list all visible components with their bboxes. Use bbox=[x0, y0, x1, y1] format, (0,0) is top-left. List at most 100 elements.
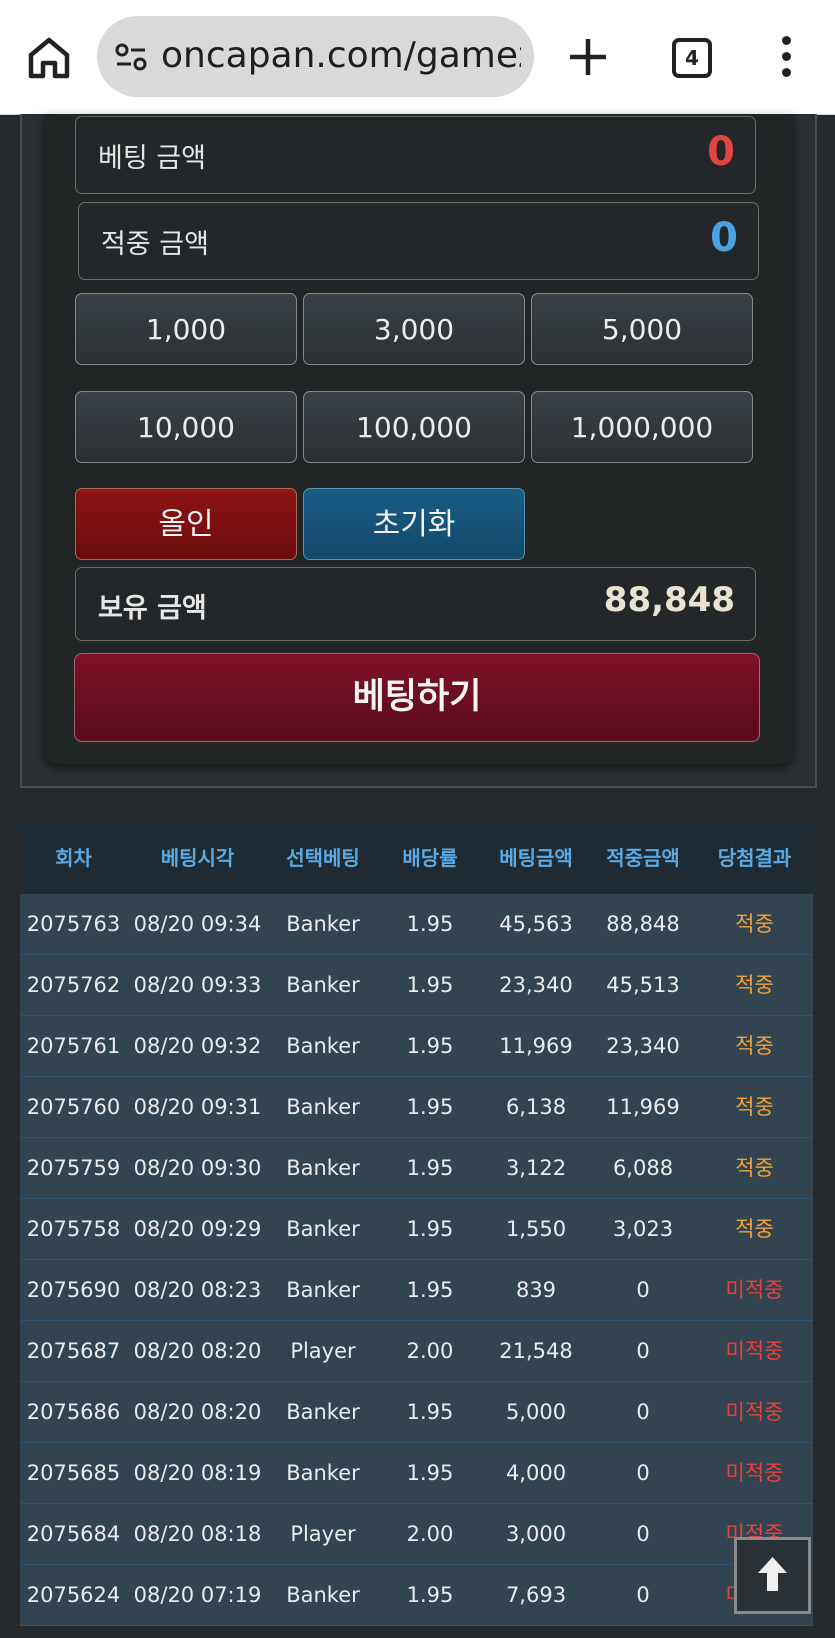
cell-round: 2075758 bbox=[26, 1217, 121, 1241]
cell-bet-amount: 45,563 bbox=[499, 912, 573, 936]
chip-5000-button[interactable]: 5,000 bbox=[531, 293, 753, 365]
cell-win-amount: 0 bbox=[636, 1339, 650, 1363]
chip-100000-button[interactable]: 100,000 bbox=[303, 391, 525, 463]
table-row: 2075760 08/20 09:31 Banker 1.95 6,138 11,969 적… bbox=[20, 1077, 813, 1138]
cell-bet-amount: 5,000 bbox=[505, 1400, 567, 1424]
cell-win-amount: 0 bbox=[636, 1522, 650, 1546]
cell-result: 적중 bbox=[735, 973, 774, 997]
bet-amount-field: 베팅 금액 0 bbox=[75, 116, 756, 194]
address-bar[interactable]: oncapan.com/gamezc bbox=[97, 16, 534, 97]
cell-bet-time: 08/20 08:20 bbox=[133, 1339, 262, 1363]
cell-win-amount: 45,513 bbox=[606, 973, 680, 997]
table-row: 207562408/20 07:19Banker1.957,6930미적중 bbox=[20, 1565, 813, 1626]
cell-bet-amount: 6,138 bbox=[505, 1095, 567, 1119]
table-row: 2075762 08/20 09:33 Banker 1.95 23,340 45,513… bbox=[20, 955, 813, 1016]
cell-round: 2075690 bbox=[26, 1278, 121, 1302]
table-row: 2075687 08/20 08:20 Player 2.00 21,548 0 미적중 bbox=[20, 1321, 813, 1382]
cell-round: 2075685 bbox=[26, 1461, 121, 1485]
cell-odds: 1.95 bbox=[406, 912, 454, 936]
cell-bet-time: 08/20 08:19 bbox=[133, 1461, 262, 1485]
cell-result: 적중 bbox=[735, 1034, 774, 1058]
table-row: 2075684 08/20 08:18 Player 2.00 3,000 0 미적중 bbox=[20, 1504, 813, 1565]
cell-odds: 2.00 bbox=[406, 1522, 454, 1546]
table-row: 2075685 08/20 08:19 Banker 1.95 4,000 0 미적중 bbox=[20, 1443, 813, 1504]
cell-bet-time: 08/20 09:31 bbox=[133, 1095, 262, 1119]
cell-selection: Banker bbox=[286, 973, 360, 997]
cell-selection: Banker bbox=[286, 1461, 360, 1485]
cell-win-amount: 0 bbox=[636, 1278, 650, 1302]
col-selection: 선택베팅 bbox=[286, 846, 360, 870]
cell-bet-time: 08/20 07:19 bbox=[133, 1583, 262, 1607]
cell-result: 미적중 bbox=[725, 1339, 784, 1363]
cell-result: 미적중 bbox=[725, 1461, 784, 1485]
cell-round: 2075760 bbox=[26, 1095, 121, 1119]
tabs-icon[interactable]: 4 bbox=[672, 38, 712, 78]
bet-amount-label: 베팅 금액 bbox=[98, 143, 206, 174]
home-icon[interactable] bbox=[26, 35, 72, 81]
chip-3000-button[interactable]: 3,000 bbox=[303, 293, 525, 365]
scroll-top-button[interactable] bbox=[734, 1537, 811, 1614]
more-vert-icon[interactable] bbox=[775, 36, 797, 80]
cell-result: 적중 bbox=[735, 1095, 774, 1119]
cell-bet-time: 08/20 09:33 bbox=[133, 973, 262, 997]
cell-selection: Banker bbox=[286, 1156, 360, 1180]
cell-win-amount: 0 bbox=[636, 1400, 650, 1424]
cell-selection: Banker bbox=[286, 1278, 360, 1302]
bet-history-table: 회차 베팅시각 선택베팅 배당률 베팅금액 적중금액 당첨결과 2075763 0… bbox=[20, 822, 813, 1638]
cell-win-amount: 23,340 bbox=[606, 1034, 680, 1058]
cell-bet-time: 08/20 09:32 bbox=[133, 1034, 262, 1058]
col-bet-amount: 베팅금액 bbox=[499, 846, 573, 870]
cell-result: 미적중 bbox=[725, 1400, 784, 1424]
browser-toolbar: oncapan.com/gamezc 4 bbox=[0, 0, 835, 115]
cell-selection: Banker bbox=[286, 912, 360, 936]
table-row: 2075758 08/20 09:29 Banker 1.95 1,550 3,023 적중 bbox=[20, 1199, 813, 1260]
cell-selection: Banker bbox=[286, 1095, 360, 1119]
chip-10000-button[interactable]: 10,000 bbox=[75, 391, 297, 463]
place-bet-button[interactable]: 베팅하기 bbox=[74, 653, 760, 742]
table-row: 2075686 08/20 08:20 Banker 1.95 5,000 0 미적중 bbox=[20, 1382, 813, 1443]
cell-odds: 1.95 bbox=[406, 1400, 454, 1424]
cell-result: 적중 bbox=[735, 912, 774, 936]
cell-odds: 1.95 bbox=[406, 1461, 454, 1485]
chip-1000000-button[interactable]: 1,000,000 bbox=[531, 391, 753, 463]
cell-win-amount: 11,969 bbox=[606, 1095, 680, 1119]
cell-round: 2075763 bbox=[26, 912, 121, 936]
table-row: 2075759 08/20 09:30 Banker 1.95 3,122 6,088 적중 bbox=[20, 1138, 813, 1199]
cell-bet-amount: 3,000 bbox=[505, 1522, 567, 1546]
win-amount-label: 적중 금액 bbox=[101, 229, 209, 260]
col-round: 회차 bbox=[55, 846, 92, 870]
cell-win-amount: 6,088 bbox=[612, 1156, 674, 1180]
cell-selection: Banker bbox=[286, 1217, 360, 1241]
cell-result: 미적중 bbox=[725, 1278, 784, 1302]
cell-odds: 2.00 bbox=[406, 1339, 454, 1363]
cell-result: 적중 bbox=[735, 1217, 774, 1241]
cell-odds: 1.95 bbox=[406, 973, 454, 997]
cell-odds: 1.95 bbox=[406, 1156, 454, 1180]
chip-1000-button[interactable]: 1,000 bbox=[75, 293, 297, 365]
col-result: 당첨결과 bbox=[717, 846, 792, 870]
balance-label: 보유 금액 bbox=[98, 593, 207, 624]
cell-round: 2075686 bbox=[26, 1400, 121, 1424]
cell-bet-time: 08/20 08:18 bbox=[133, 1522, 262, 1546]
site-settings-icon[interactable] bbox=[115, 42, 147, 72]
cell-bet-amount: 839 bbox=[515, 1278, 557, 1302]
cell-bet-amount: 7,693 bbox=[505, 1583, 567, 1607]
table-row: 2075763 08/20 09:34 Banker 1.95 45,563 88,848… bbox=[20, 894, 813, 955]
cell-bet-time: 08/20 09:29 bbox=[133, 1217, 262, 1241]
cell-odds: 1.95 bbox=[406, 1278, 454, 1302]
cell-bet-time: 08/20 09:30 bbox=[133, 1156, 262, 1180]
cell-win-amount: 88,848 bbox=[606, 912, 680, 936]
table-row: 2075690 08/20 08:23 Banker 1.95 839 0 미적중 bbox=[20, 1260, 813, 1321]
tab-count: 4 bbox=[685, 46, 699, 70]
balance-field: 보유 금액 88,848 bbox=[75, 567, 756, 641]
cell-bet-time: 08/20 09:34 bbox=[133, 912, 262, 936]
table-header: 회차 베팅시각 선택베팅 배당률 베팅금액 적중금액 당첨결과 bbox=[20, 822, 813, 894]
cell-selection: Player bbox=[290, 1339, 356, 1363]
all-in-button[interactable]: 올인 bbox=[75, 488, 297, 560]
reset-button[interactable]: 초기화 bbox=[303, 488, 525, 560]
col-win-amount: 적중금액 bbox=[606, 846, 680, 870]
cell-round: 2075762 bbox=[26, 973, 121, 997]
plus-icon[interactable] bbox=[566, 35, 610, 79]
cell-odds: 1.95 bbox=[406, 1217, 454, 1241]
cell-odds: 1.95 bbox=[406, 1583, 454, 1607]
